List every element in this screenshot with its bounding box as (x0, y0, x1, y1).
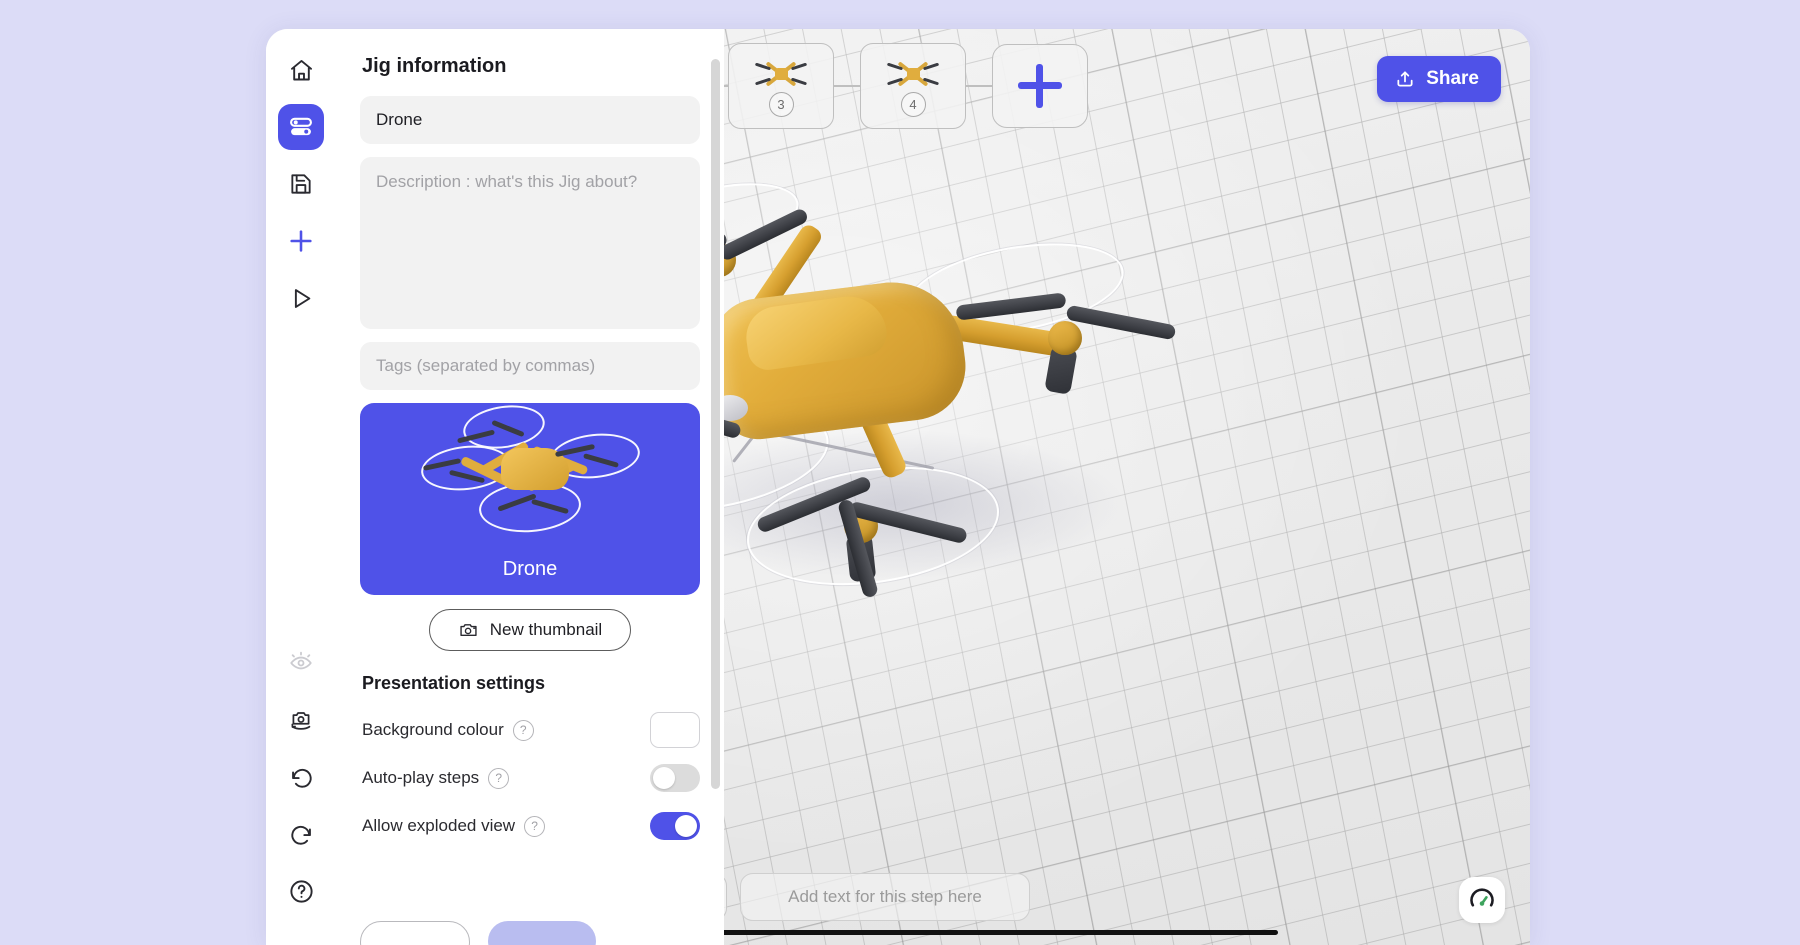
add-step-button[interactable] (992, 44, 1088, 128)
jig-description-input[interactable]: Description : what's this Jig about? (360, 157, 700, 329)
plus-icon (1018, 64, 1062, 108)
sidebar-item-help[interactable] (278, 868, 324, 914)
setting-control (650, 812, 700, 840)
plus-icon (287, 227, 315, 255)
help-icon[interactable]: ? (512, 719, 534, 741)
exploded-view-toggle[interactable] (650, 812, 700, 840)
setting-label: Allow exploded view (362, 816, 516, 835)
thumb-body (775, 68, 788, 80)
help-icon[interactable]: ? (524, 815, 546, 837)
step-thumbnail (885, 59, 941, 89)
setting-control (650, 764, 700, 792)
jig-thumbnail[interactable]: Drone (360, 403, 700, 595)
help-icon[interactable]: ? (488, 767, 510, 789)
jig-tags-input[interactable]: Tags (separated by commas) (360, 342, 700, 390)
sidebar-item-camera-orbit[interactable] (278, 697, 324, 743)
share-label: Share (1426, 68, 1479, 89)
setting-control (650, 712, 700, 748)
brand-badge[interactable] (1459, 877, 1505, 923)
step-number: 4 (900, 92, 926, 117)
eye-hidden-icon (288, 650, 314, 676)
app-window: 2 3 (266, 29, 1530, 945)
cancel-button[interactable] (360, 921, 470, 945)
undo-icon (288, 764, 315, 791)
step-card[interactable]: 4 (860, 43, 966, 129)
step-text-placeholder: Add text for this step here (788, 887, 982, 906)
thumbnail-label: Drone (502, 558, 558, 580)
camera-rotate-icon (288, 707, 314, 733)
setting-allow-exploded-view: Allow exploded view ? (360, 804, 700, 848)
question-circle-icon (288, 878, 315, 905)
upload-icon (1395, 69, 1415, 89)
sidebar-item-jig-information[interactable] (278, 104, 324, 150)
background-colour-swatch[interactable] (650, 712, 700, 748)
step-text-input[interactable]: Add text for this step here (740, 873, 1030, 921)
sidebar-item-save[interactable] (278, 161, 324, 207)
sliders-icon (287, 113, 315, 141)
drone-propeller (1065, 304, 1177, 341)
toggle-knob (675, 815, 697, 837)
step-number: 3 (768, 92, 794, 117)
thumb-body (907, 68, 920, 80)
share-button[interactable]: Share (1377, 56, 1501, 102)
step-connector (834, 85, 860, 87)
jig-information-panel: Jig information Drone Description : what… (336, 29, 724, 945)
sidebar-rail (266, 29, 336, 945)
setting-label: Background colour (362, 720, 504, 739)
thumbnail-drone-art (405, 403, 655, 562)
sidebar-bottom-group (278, 640, 324, 945)
new-thumbnail-button[interactable]: New thumbnail (429, 609, 631, 651)
app-root: 2 3 (0, 0, 1800, 945)
setting-label: Auto-play steps (362, 768, 480, 787)
gauge-logo-icon (1468, 886, 1496, 914)
auto-play-toggle[interactable] (650, 764, 700, 792)
panel-footer (360, 921, 596, 945)
play-icon (288, 285, 315, 312)
sidebar-item-undo[interactable] (278, 754, 324, 800)
floppy-disk-icon (288, 171, 314, 197)
drone-rotor-hub (1048, 321, 1082, 355)
step-connector (966, 85, 992, 87)
camera-icon (458, 620, 479, 641)
setting-auto-play-steps: Auto-play steps ? (360, 756, 700, 800)
step-thumbnail (753, 59, 809, 89)
presentation-settings-title: Presentation settings (362, 673, 546, 693)
sidebar-item-play[interactable] (278, 275, 324, 321)
step-card[interactable]: 3 (728, 43, 834, 129)
new-thumbnail-label: New thumbnail (489, 620, 603, 639)
sidebar-item-add[interactable] (278, 218, 324, 264)
sidebar-item-visibility[interactable] (278, 640, 324, 686)
jig-name-input[interactable]: Drone (360, 96, 700, 144)
panel-content: Jig information Drone Description : what… (336, 29, 724, 848)
sidebar-item-redo[interactable] (278, 811, 324, 857)
toggle-knob (653, 767, 675, 789)
sidebar-item-home[interactable] (278, 47, 324, 93)
home-icon (288, 57, 315, 84)
confirm-button[interactable] (488, 921, 596, 945)
panel-scrollbar[interactable] (711, 59, 720, 789)
redo-icon (288, 821, 315, 848)
setting-background-colour: Background colour ? (360, 708, 700, 752)
page-title: Jig information (362, 55, 507, 77)
